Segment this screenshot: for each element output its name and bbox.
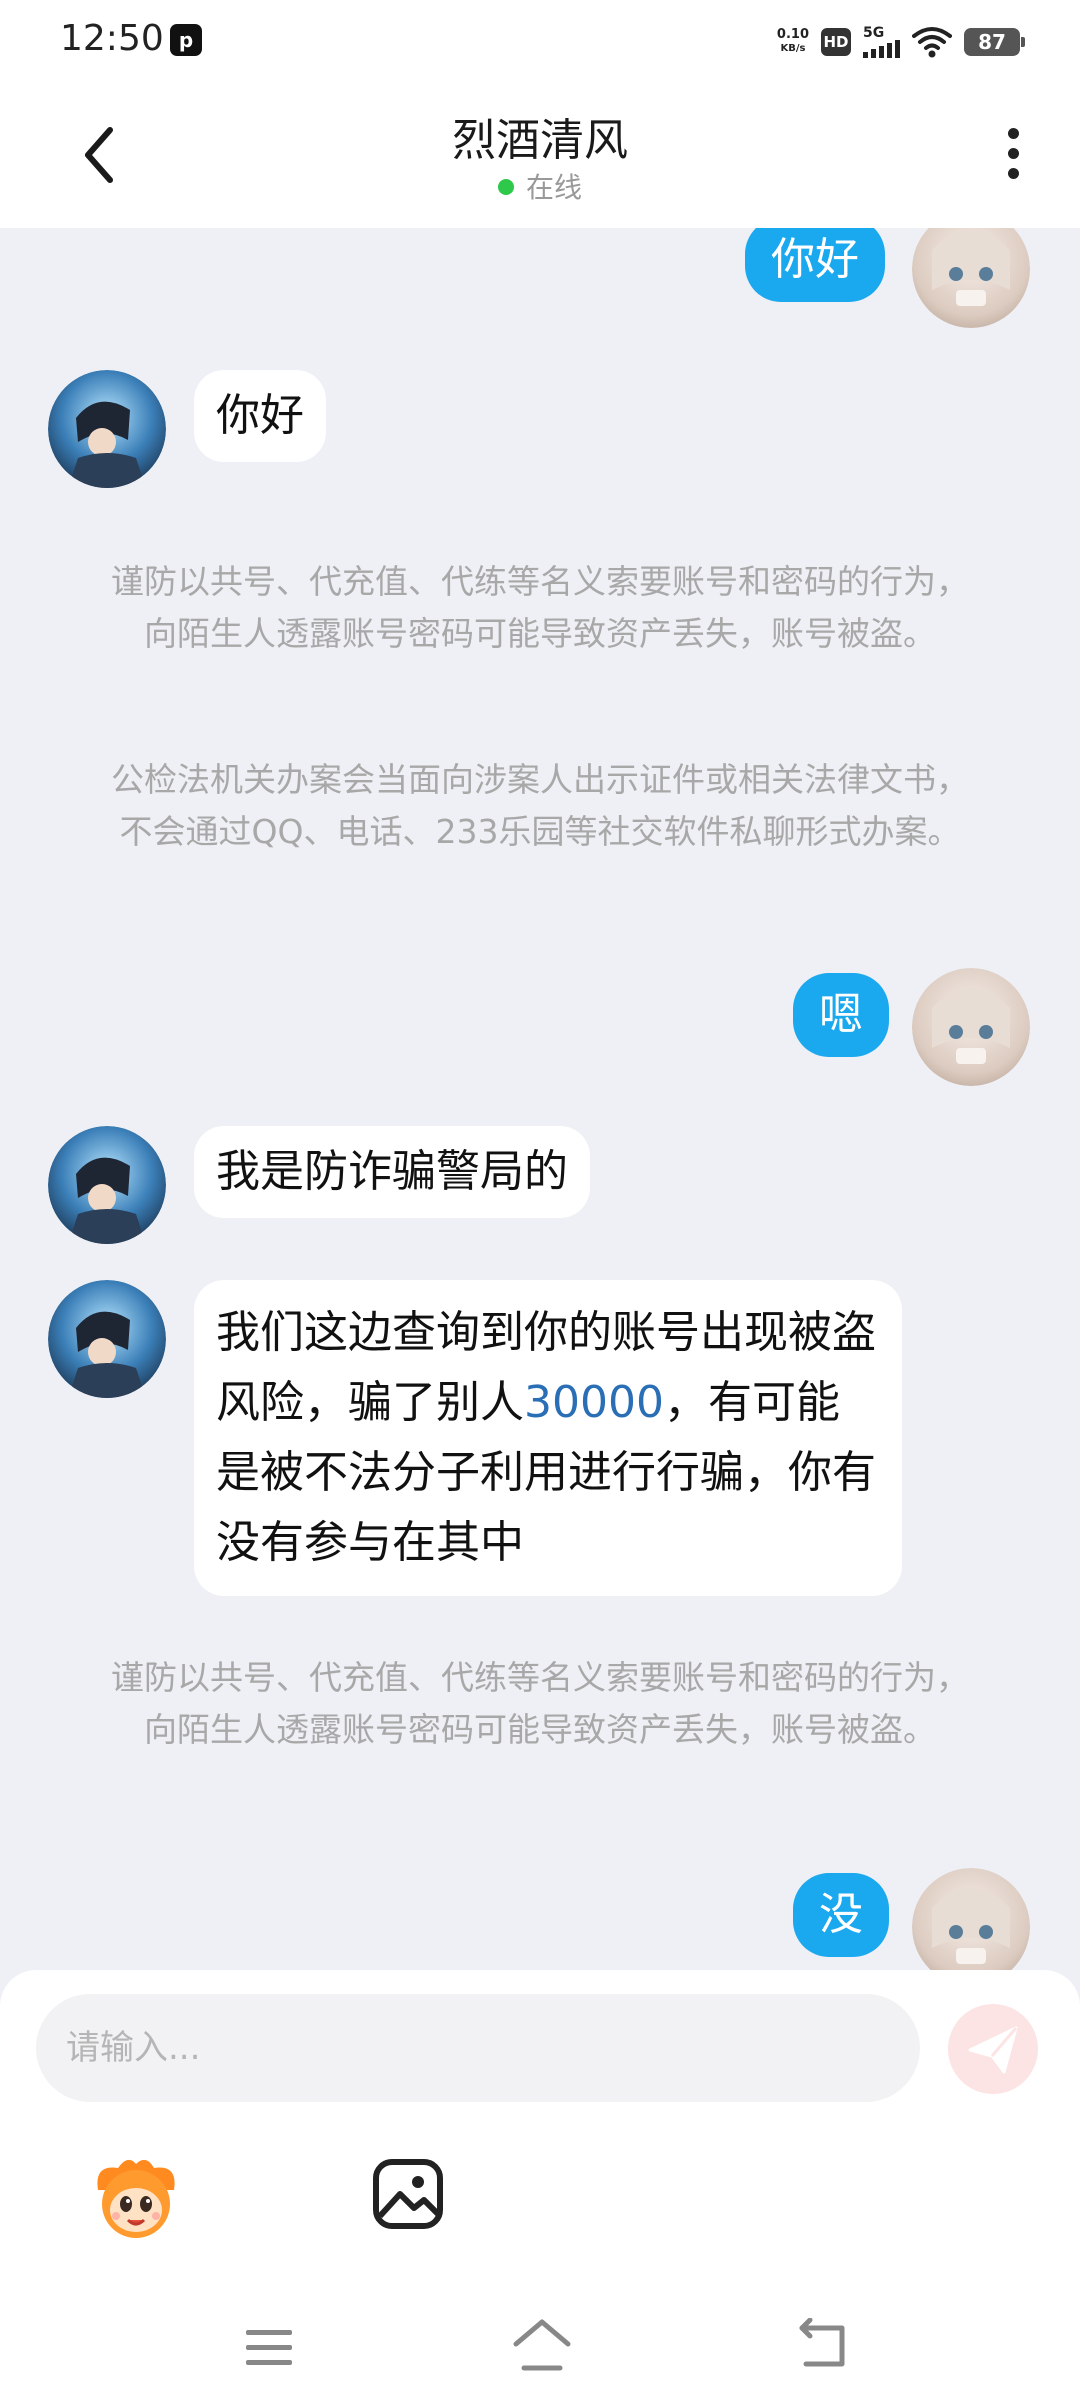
app-notification-icon: p [170, 24, 202, 56]
incoming-message[interactable]: 我们这边查询到你的账号出现被盗风险，骗了别人30000，有可能是被不法分子利用进… [194, 1280, 902, 1596]
signal-icon: 5G [863, 26, 900, 58]
menu-icon[interactable] [244, 2326, 294, 2370]
incoming-message[interactable]: 我是防诈骗警局的 [194, 1126, 590, 1218]
battery-icon: 87 [964, 28, 1025, 56]
chat-messages[interactable]: 你好 你好 谨防以共号、代充值、代练等名义索要账号和密码的行为，向陌生人透露账号… [0, 228, 1080, 1970]
image-icon[interactable] [368, 2154, 448, 2234]
status-bar: 12:50 p 0.10 KB/s HD 5G 87 [0, 0, 1080, 80]
status-time: 12:50 [60, 18, 164, 59]
online-status: 在线 [0, 166, 1080, 206]
my-avatar[interactable] [912, 968, 1030, 1086]
hd-icon: HD [821, 28, 851, 56]
outgoing-message[interactable]: 嗯 [793, 973, 889, 1057]
wifi-icon [912, 27, 952, 58]
contact-avatar[interactable] [48, 370, 166, 488]
outgoing-message[interactable]: 没 [793, 1873, 889, 1957]
online-dot-icon [497, 179, 514, 195]
network-speed-value: 0.10 [776, 27, 809, 42]
network-speed-unit: KB/s [780, 43, 806, 54]
security-notice: 谨防以共号、代充值、代练等名义索要账号和密码的行为，向陌生人透露账号密码可能导致… [111, 562, 969, 653]
send-button[interactable] [948, 2004, 1038, 2094]
security-notice: 公检法机关办案会当面向涉案人出示证件或相关法律文书，不会通过QQ、电话、233乐… [111, 760, 969, 851]
home-icon[interactable] [510, 2316, 574, 2374]
more-icon[interactable] [998, 128, 1028, 188]
network-type: 5G [863, 25, 885, 41]
back-icon[interactable] [796, 2318, 850, 2370]
chat-header: 烈酒清风 在线 [0, 80, 1080, 228]
contact-name: 烈酒清风 [452, 115, 628, 166]
send-icon [968, 2026, 1018, 2074]
outgoing-message[interactable]: 你好 [745, 228, 885, 302]
my-avatar[interactable] [912, 228, 1030, 328]
online-status-label: 在线 [525, 171, 582, 204]
highlighted-number[interactable]: 30000 [524, 1377, 664, 1428]
security-notice: 谨防以共号、代充值、代练等名义索要账号和密码的行为，向陌生人透露账号密码可能导致… [111, 1658, 969, 1749]
network-speed: 0.10 KB/s [777, 28, 809, 56]
status-indicators: 0.10 KB/s HD 5G 87 [777, 20, 1025, 64]
contact-avatar[interactable] [48, 1126, 166, 1244]
my-avatar[interactable] [912, 1868, 1030, 1970]
message-input[interactable] [36, 1994, 920, 2102]
emoji-mascot-icon[interactable] [88, 2150, 184, 2246]
contact-avatar[interactable] [48, 1280, 166, 1398]
incoming-message[interactable]: 你好 [194, 370, 326, 462]
